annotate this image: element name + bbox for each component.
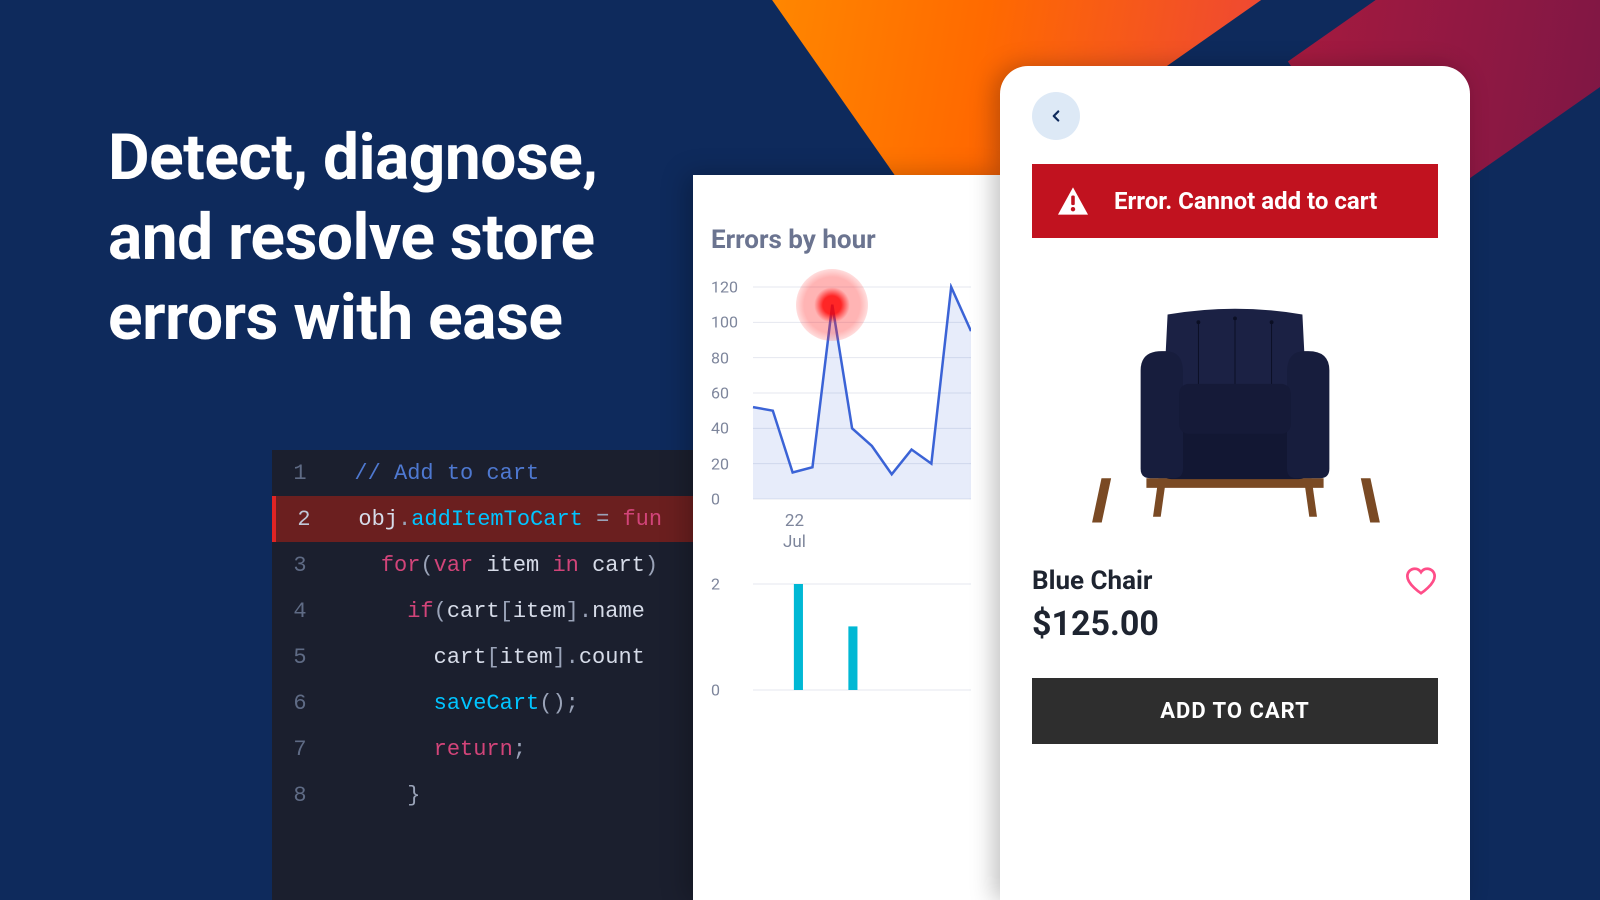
product-image [1032, 256, 1438, 556]
y-tick-label: 60 [711, 384, 729, 403]
warning-triangle-icon [1056, 186, 1090, 216]
y-tick-label: 2 [711, 575, 720, 594]
y-tick-label: 120 [711, 278, 738, 297]
errors-chart-panel: Errors by hour 020406080100120 22 Jul 02 [693, 175, 1003, 900]
code-line: 7 return; [272, 726, 712, 772]
line-number: 5 [272, 645, 328, 670]
bar-chart: 02 [711, 578, 971, 708]
y-tick-label: 100 [711, 313, 738, 332]
y-tick-label: 40 [711, 419, 729, 438]
add-to-cart-button[interactable]: ADD TO CART [1032, 678, 1438, 744]
y-tick-label: 0 [711, 681, 720, 700]
headline-line-1: Detect, diagnose, [108, 118, 598, 198]
code-line: 2 obj.addItemToCart = fun [272, 496, 712, 542]
code-line: 4 if(cart[item].name [272, 588, 712, 634]
code-text: } [328, 783, 420, 808]
line-number: 2 [276, 507, 332, 532]
chevron-left-icon [1047, 107, 1065, 125]
line-number: 6 [272, 691, 328, 716]
product-card: Error. Cannot add to cart [1000, 66, 1470, 900]
code-text: saveCart(); [328, 691, 579, 716]
chart-title: Errors by hour [711, 225, 985, 255]
code-text: obj.addItemToCart = fun [332, 507, 662, 532]
y-tick-label: 80 [711, 348, 729, 367]
line-number: 4 [272, 599, 328, 624]
favorite-heart-icon[interactable] [1404, 566, 1438, 596]
product-name: Blue Chair [1032, 566, 1159, 596]
code-text: if(cart[item].name [328, 599, 645, 624]
line-number: 8 [272, 783, 328, 808]
headline-line-3: errors with ease [108, 278, 598, 358]
armchair-illustration [1090, 276, 1380, 536]
headline: Detect, diagnose, and resolve store erro… [108, 118, 598, 358]
code-line: 3 for(var item in cart) [272, 542, 712, 588]
line-number: 7 [272, 737, 328, 762]
code-line: 1 // Add to cart [272, 450, 712, 496]
code-editor: 1 // Add to cart2 obj.addItemToCart = fu… [272, 450, 712, 900]
code-text: for(var item in cart) [328, 553, 658, 578]
error-banner: Error. Cannot add to cart [1032, 164, 1438, 238]
code-line: 6 saveCart(); [272, 680, 712, 726]
line-number: 3 [272, 553, 328, 578]
back-button[interactable] [1032, 92, 1080, 140]
line-number: 1 [272, 461, 328, 486]
code-line: 8 } [272, 772, 712, 818]
code-text: // Add to cart [328, 461, 539, 486]
code-text: cart[item].count [328, 645, 645, 670]
headline-line-2: and resolve store [108, 198, 598, 278]
product-price: $125.00 [1032, 604, 1159, 644]
y-tick-label: 20 [711, 454, 729, 473]
line-chart-x-label: 22 Jul [783, 511, 806, 554]
code-text: return; [328, 737, 526, 762]
error-message: Error. Cannot add to cart [1114, 187, 1377, 215]
code-line: 5 cart[item].count [272, 634, 712, 680]
y-tick-label: 0 [711, 490, 720, 509]
line-chart: 020406080100120 22 Jul [711, 283, 971, 518]
